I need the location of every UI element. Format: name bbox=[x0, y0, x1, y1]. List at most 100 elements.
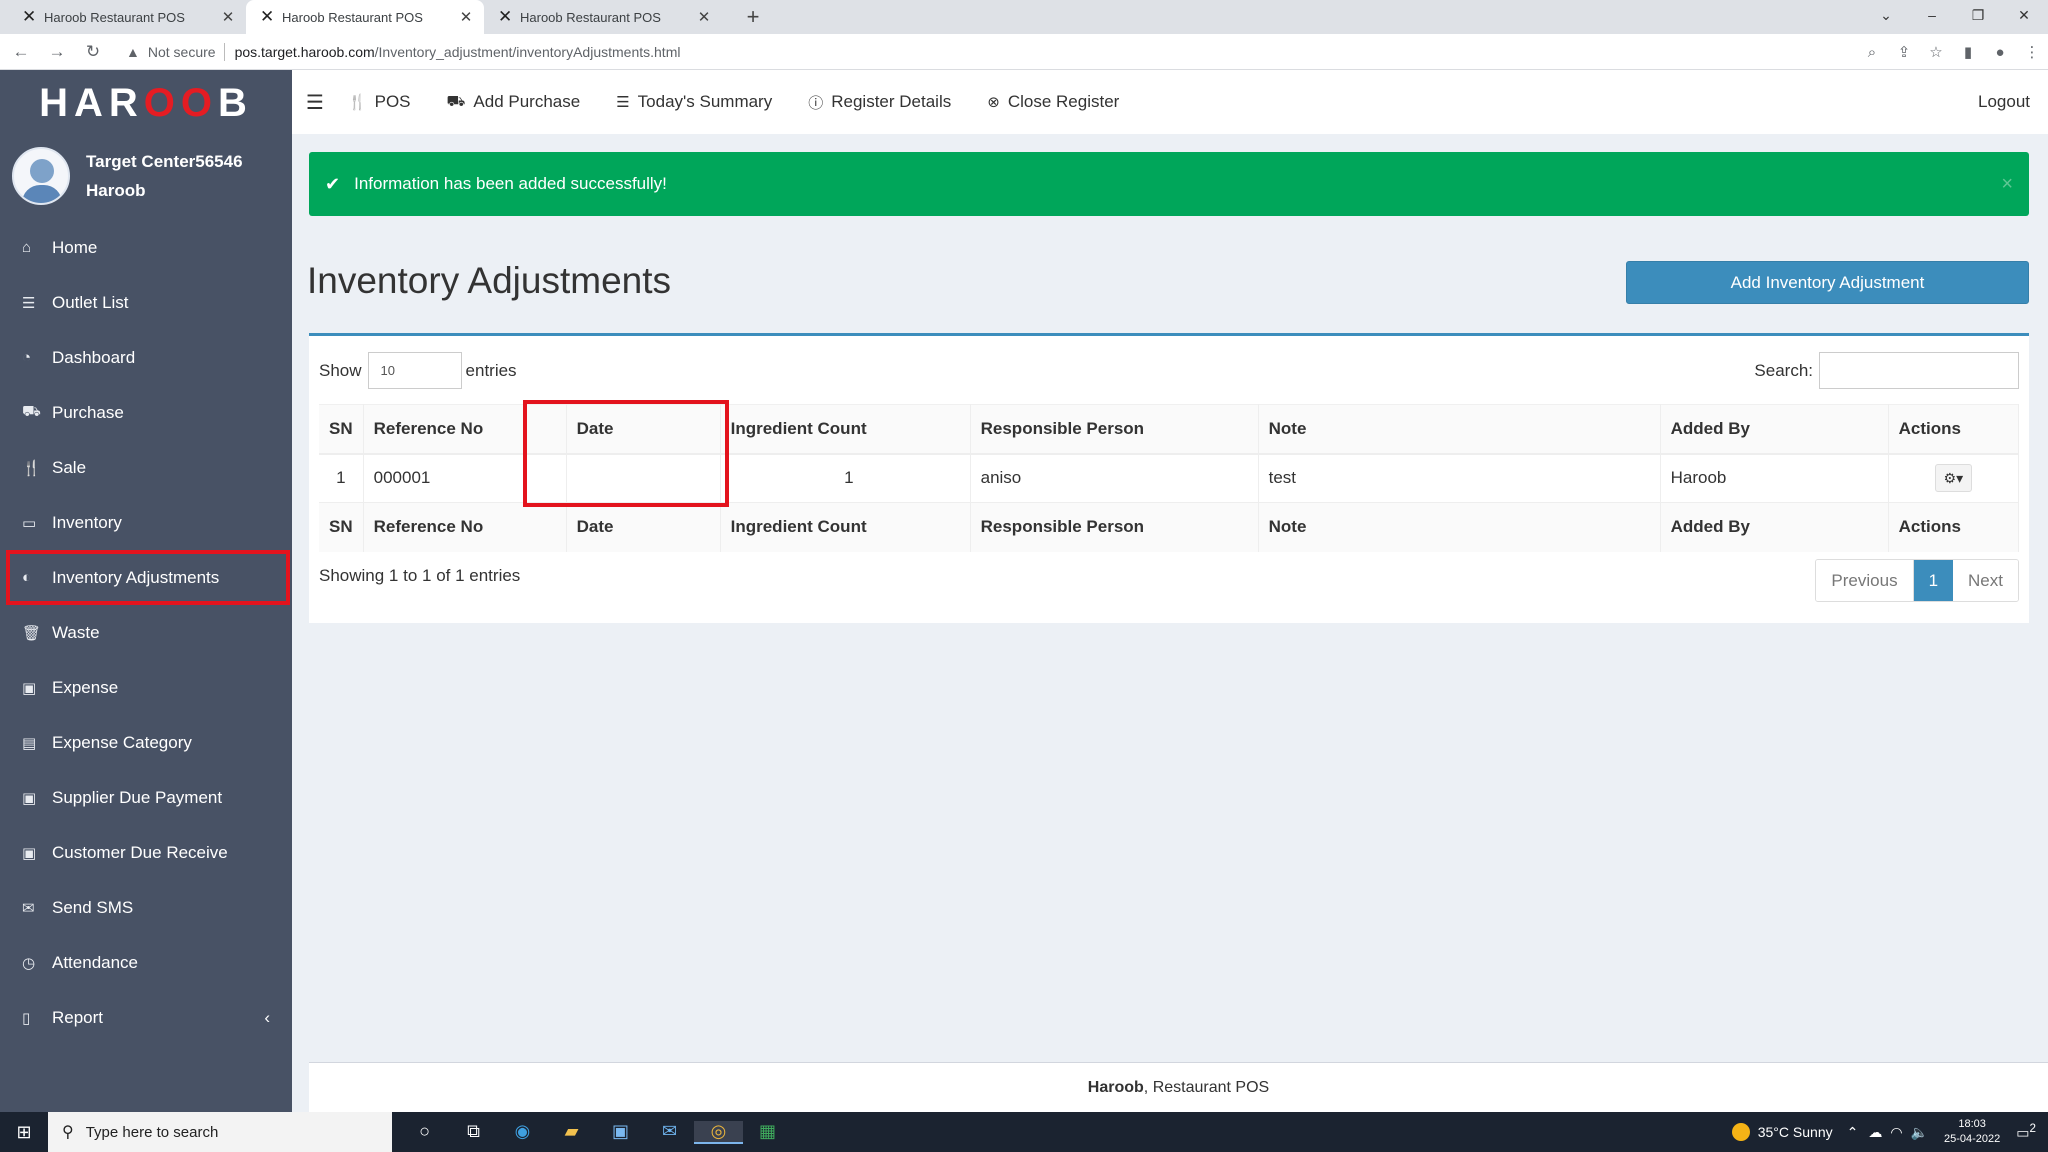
cloud-icon[interactable]: ☁ bbox=[1868, 1124, 1882, 1141]
close-tab-icon[interactable]: ✕ bbox=[458, 8, 474, 26]
footer-header-note: Note bbox=[1258, 502, 1661, 552]
nav-pos[interactable]: 🍴 POS bbox=[348, 92, 411, 112]
cell-note: test bbox=[1258, 453, 1661, 503]
sidebar-item-attendance[interactable]: ◷ Attendance bbox=[0, 935, 292, 990]
weather-sun-icon bbox=[1731, 1123, 1750, 1141]
close-alert-icon[interactable]: × bbox=[2001, 173, 2013, 196]
avatar bbox=[12, 147, 70, 205]
url-field[interactable]: ▲ Not secure pos.target.haroob.com /Inve… bbox=[126, 38, 680, 66]
sidebar-item-outlet-list[interactable]: ☰ Outlet List bbox=[0, 275, 292, 330]
sidebar-item-label: Expense bbox=[52, 677, 119, 697]
logout-link[interactable]: Logout bbox=[1978, 92, 2030, 112]
column-header-sn[interactable]: SN bbox=[319, 404, 364, 455]
sidebar-item-supplier-due-payment[interactable]: ▣ Supplier Due Payment bbox=[0, 770, 292, 825]
money-icon: ▣ bbox=[22, 844, 37, 862]
sidebar-item-customer-due-receive[interactable]: ▣ Customer Due Receive bbox=[0, 825, 292, 880]
add-inventory-adjustment-button[interactable]: Add Inventory Adjustment bbox=[1626, 261, 2029, 304]
windows-start-icon[interactable]: ⊞ bbox=[0, 1122, 48, 1143]
browser-menu-icon[interactable]: ⋮ bbox=[2016, 43, 2048, 61]
page-title: Inventory Adjustments bbox=[307, 260, 672, 301]
sidebar-item-home[interactable]: ⌂ Home bbox=[0, 220, 292, 275]
search-input[interactable] bbox=[1819, 352, 2019, 389]
zoom-icon[interactable]: ⌕ bbox=[1856, 44, 1888, 61]
cortana-icon[interactable]: ○ bbox=[400, 1121, 449, 1144]
task-view-icon[interactable]: ⧉ bbox=[449, 1121, 498, 1144]
footer-header-sn: SN bbox=[319, 502, 364, 552]
profile-icon[interactable]: ● bbox=[1984, 44, 2016, 61]
forward-icon[interactable]: → bbox=[42, 42, 72, 62]
sidebar-item-purchase[interactable]: ⛟ Purchase bbox=[0, 385, 292, 440]
nav-register-details[interactable]: ⓘ Register Details bbox=[808, 92, 951, 113]
edge-icon[interactable]: ◉ bbox=[498, 1121, 547, 1144]
browser-tab[interactable]: ✕ Haroob Restaurant POS ✕ bbox=[8, 0, 246, 34]
footer-header-ingredient-count: Ingredient Count bbox=[720, 502, 971, 552]
excel-icon[interactable]: ▦ bbox=[743, 1121, 792, 1144]
nav-todays-summary[interactable]: ☰ Today's Summary bbox=[616, 92, 772, 112]
nav-close-register[interactable]: ⊗ Close Register bbox=[987, 92, 1119, 112]
entries-select[interactable] bbox=[367, 352, 462, 389]
money-icon: ▣ bbox=[22, 789, 37, 807]
sidebar-item-sale[interactable]: 🍴 Sale bbox=[0, 440, 292, 495]
footer-header-date: Date bbox=[566, 502, 721, 552]
browser-tab-active[interactable]: ✕ Haroob Restaurant POS ✕ bbox=[246, 0, 484, 34]
next-page-button[interactable]: Next bbox=[1953, 560, 2018, 601]
weather-text[interactable]: 35°C Sunny bbox=[1758, 1124, 1833, 1140]
browser-tab[interactable]: ✕ Haroob Restaurant POS ✕ bbox=[484, 0, 722, 34]
close-tab-icon[interactable]: ✕ bbox=[220, 8, 236, 26]
notifications-icon[interactable]: ▭2 bbox=[2016, 1122, 2036, 1142]
actions-gear-dropdown-icon[interactable]: ⚙▾ bbox=[1934, 464, 1972, 493]
sidebar-item-expense[interactable]: ▣ Expense bbox=[0, 660, 292, 715]
tab-search-icon[interactable]: ⌄ bbox=[1866, 0, 1906, 30]
column-header-note[interactable]: Note bbox=[1258, 404, 1661, 455]
clock-date: 25-04-2022 bbox=[1944, 1133, 2001, 1145]
cell-actions: ⚙▾ bbox=[1888, 453, 2020, 503]
close-window-button[interactable]: ✕ bbox=[2004, 0, 2044, 30]
taskbar-search[interactable]: ⚲ Type here to search bbox=[48, 1112, 392, 1152]
restore-button[interactable]: ❐ bbox=[1958, 0, 1998, 30]
page-1-button[interactable]: 1 bbox=[1913, 560, 1954, 601]
search-icon: ⚲ bbox=[62, 1124, 74, 1141]
hamburger-menu-icon[interactable]: ☰ bbox=[306, 90, 324, 115]
list-icon: ☰ bbox=[22, 294, 36, 312]
volume-icon[interactable]: 🔈 bbox=[1911, 1124, 1928, 1141]
file-explorer-icon[interactable]: ▰ bbox=[547, 1121, 596, 1144]
close-tab-icon[interactable]: ✕ bbox=[696, 8, 712, 26]
search-label: Search: bbox=[1754, 360, 1813, 380]
truck-icon: ⛟ bbox=[22, 403, 41, 420]
taskbar-clock[interactable]: 18:03 25-04-2022 bbox=[1944, 1117, 2000, 1147]
user-panel: Target Center56546 Haroob bbox=[0, 136, 292, 216]
back-icon[interactable]: ← bbox=[6, 42, 36, 62]
column-header-added-by[interactable]: Added By bbox=[1660, 404, 1889, 455]
tray-chevron-up-icon[interactable]: ⌃ bbox=[1847, 1124, 1859, 1141]
reload-icon[interactable]: ↻ bbox=[78, 42, 108, 62]
envelope-icon: ✉ bbox=[22, 899, 35, 917]
column-header-ingredient-count[interactable]: Ingredient Count bbox=[720, 404, 971, 455]
footer-text: , Restaurant POS bbox=[1143, 1078, 1270, 1096]
trash-icon: 🗑 bbox=[22, 624, 42, 642]
new-tab-button[interactable]: + bbox=[740, 4, 766, 30]
bookmark-star-icon[interactable]: ☆ bbox=[1920, 43, 1952, 61]
nav-add-purchase[interactable]: ⛟ Add Purchase bbox=[447, 92, 581, 112]
sidebar-item-inventory[interactable]: ▭ Inventory bbox=[0, 495, 292, 550]
previous-page-button[interactable]: Previous bbox=[1816, 560, 1914, 601]
mail-icon[interactable]: ✉ bbox=[645, 1121, 694, 1144]
system-tray: 35°C Sunny ⌃ ☁ ◠ 🔈 18:03 25-04-2022 ▭2 bbox=[1731, 1112, 2048, 1152]
network-icon[interactable]: ◠ bbox=[1890, 1124, 1902, 1141]
share-icon[interactable]: ⇪ bbox=[1888, 43, 1920, 61]
sidebar-item-dashboard[interactable]: ◔ Dashboard bbox=[0, 330, 292, 385]
sidepanel-icon[interactable]: ▮ bbox=[1952, 43, 1984, 61]
sidebar-item-expense-category[interactable]: ▤ Expense Category bbox=[0, 715, 292, 770]
sidebar-item-inventory-adjustments[interactable]: ◐ Inventory Adjustments bbox=[6, 550, 290, 605]
chrome-icon[interactable]: ◎ bbox=[694, 1120, 743, 1144]
haroob-logo[interactable]: HAR OO B bbox=[0, 70, 292, 136]
sidebar-item-label: Sale bbox=[52, 457, 87, 477]
sidebar-item-report[interactable]: ▯ Report ‹ bbox=[0, 990, 292, 1045]
sidebar-item-send-sms[interactable]: ✉ Send SMS bbox=[0, 880, 292, 935]
haroob-favicon-icon: ✕ bbox=[498, 7, 513, 26]
table-info: Showing 1 to 1 of 1 entries bbox=[319, 566, 521, 585]
sidebar-item-waste[interactable]: 🗑 Waste bbox=[0, 605, 292, 660]
show-label: Show bbox=[319, 360, 362, 380]
store-icon[interactable]: ▣ bbox=[596, 1121, 645, 1144]
minimize-button[interactable]: – bbox=[1912, 0, 1952, 30]
column-header-responsible-person[interactable]: Responsible Person bbox=[970, 404, 1259, 455]
